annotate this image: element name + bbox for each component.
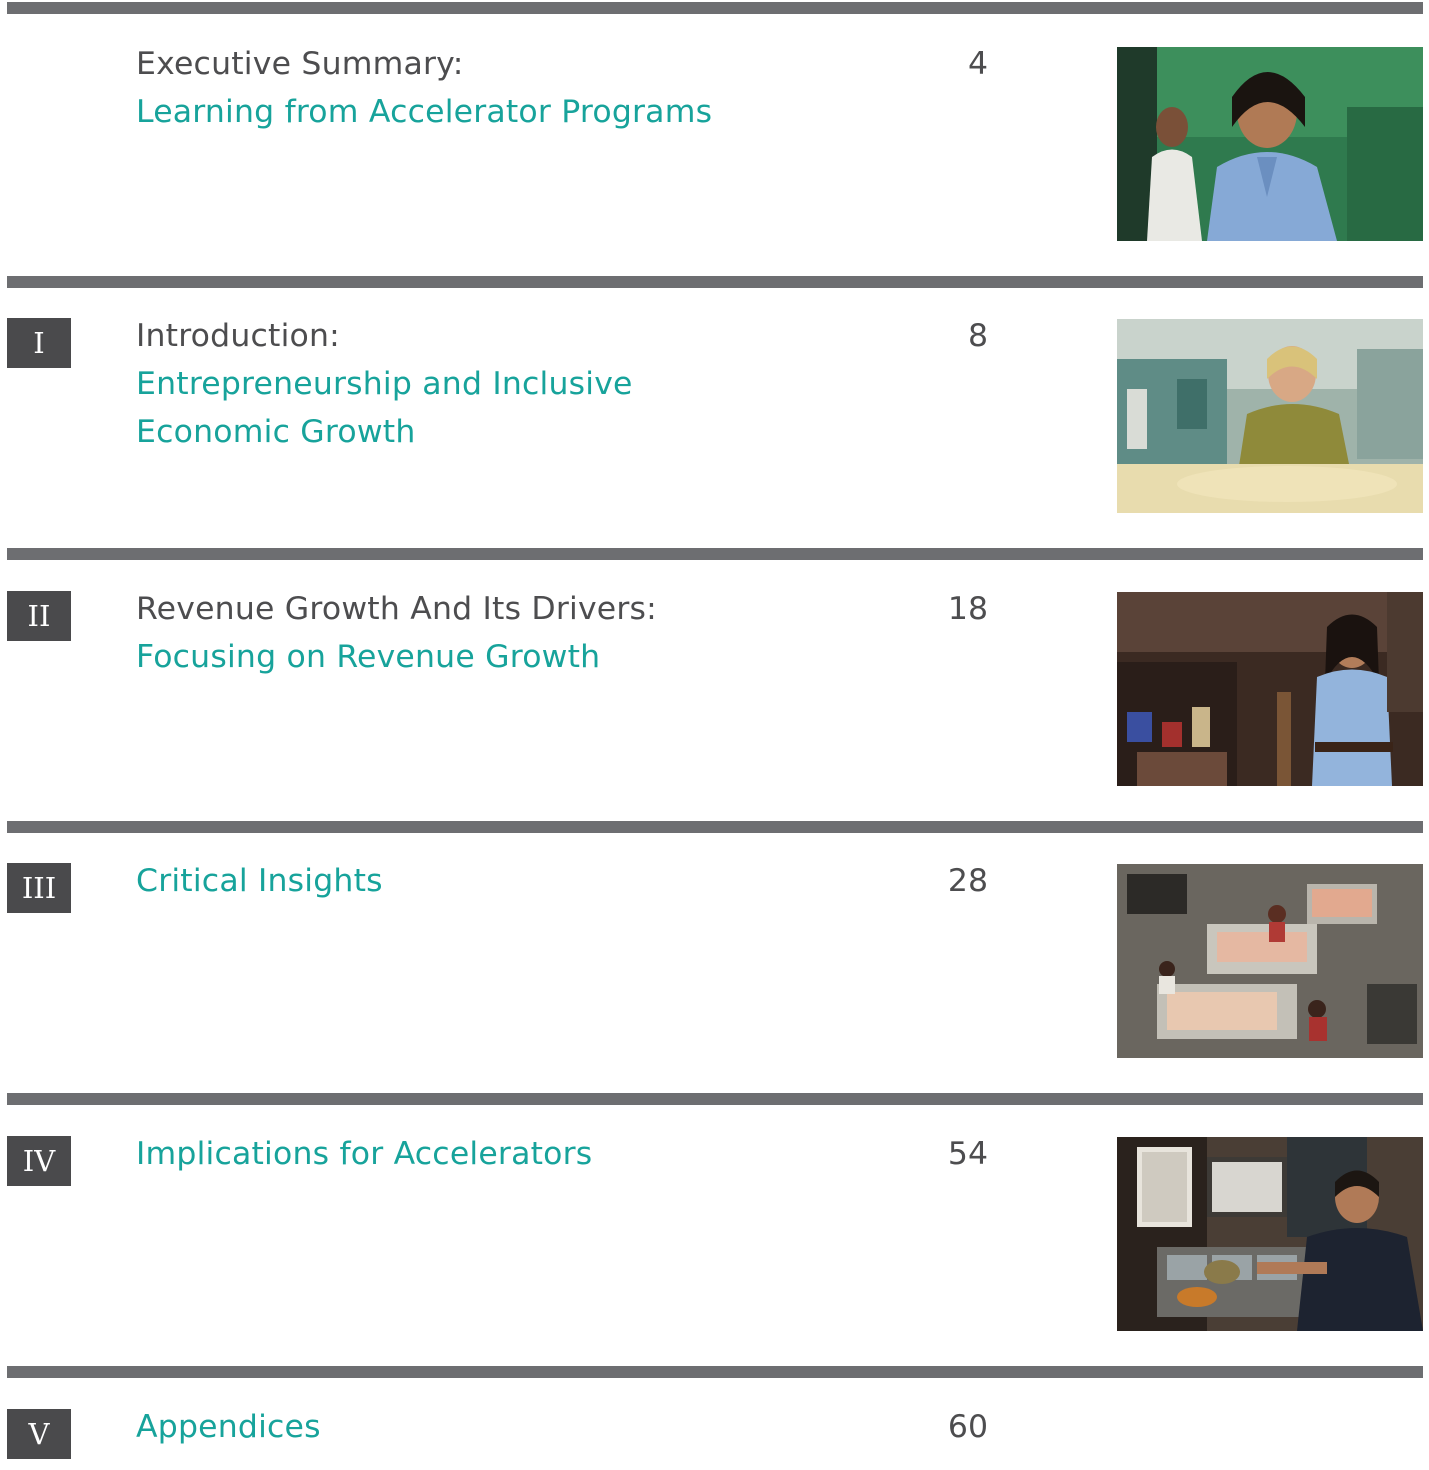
toc-entry-subtitle[interactable]: Implications for Accelerators <box>136 1130 896 1178</box>
toc-entry-label: Introduction: <box>136 318 340 354</box>
toc-page-number[interactable]: 18 <box>900 585 988 633</box>
toc-entry-subtitle[interactable]: Appendices <box>136 1403 896 1451</box>
toc-entry-label: Executive Summary: <box>136 46 464 82</box>
toc-entry-subtitle[interactable]: Entrepreneurship and Inclusive <box>136 360 896 408</box>
toc-page-number[interactable]: 4 <box>900 40 988 88</box>
toc-page-number[interactable]: 8 <box>900 312 988 360</box>
toc-entry-title: Critical Insights <box>136 857 896 905</box>
section-divider <box>7 1093 1423 1105</box>
toc-entry-subtitle[interactable]: Focusing on Revenue Growth <box>136 633 896 681</box>
section-divider <box>7 2 1423 14</box>
section-divider <box>7 1366 1423 1378</box>
toc-entry-label: Revenue Growth And Its Drivers: <box>136 591 657 627</box>
section-divider <box>7 276 1423 288</box>
section-divider <box>7 548 1423 560</box>
section-numeral: III <box>7 863 71 913</box>
toc-entry-title: Introduction: Entrepreneurship and Inclu… <box>136 312 896 456</box>
toc-entry-subtitle[interactable]: Economic Growth <box>136 408 896 456</box>
toc-entry-title: Implications for Accelerators <box>136 1130 896 1178</box>
toc-page-number[interactable]: 54 <box>900 1130 988 1178</box>
section-numeral: I <box>7 318 71 368</box>
toc-entry-title: Executive Summary: Learning from Acceler… <box>136 40 896 136</box>
toc-entry-subtitle[interactable]: Critical Insights <box>136 857 896 905</box>
section-numeral: IV <box>7 1136 71 1186</box>
toc-entry-title: Appendices <box>136 1403 896 1451</box>
woman-working-in-workshop-photo <box>1117 319 1423 513</box>
bakery-overhead-photo <box>1117 864 1423 1058</box>
section-divider <box>7 821 1423 833</box>
woman-in-shop-photo <box>1117 592 1423 786</box>
toc-entry-subtitle[interactable]: Learning from Accelerator Programs <box>136 88 896 136</box>
section-numeral: V <box>7 1409 71 1459</box>
toc-page-number[interactable]: 28 <box>900 857 988 905</box>
toc-page-number[interactable]: 60 <box>900 1403 988 1451</box>
toc-entry-title: Revenue Growth And Its Drivers: Focusing… <box>136 585 896 681</box>
woman-in-blue-shirt-photo <box>1117 47 1423 241</box>
section-numeral: II <box>7 591 71 641</box>
man-in-kitchen-photo <box>1117 1137 1423 1331</box>
